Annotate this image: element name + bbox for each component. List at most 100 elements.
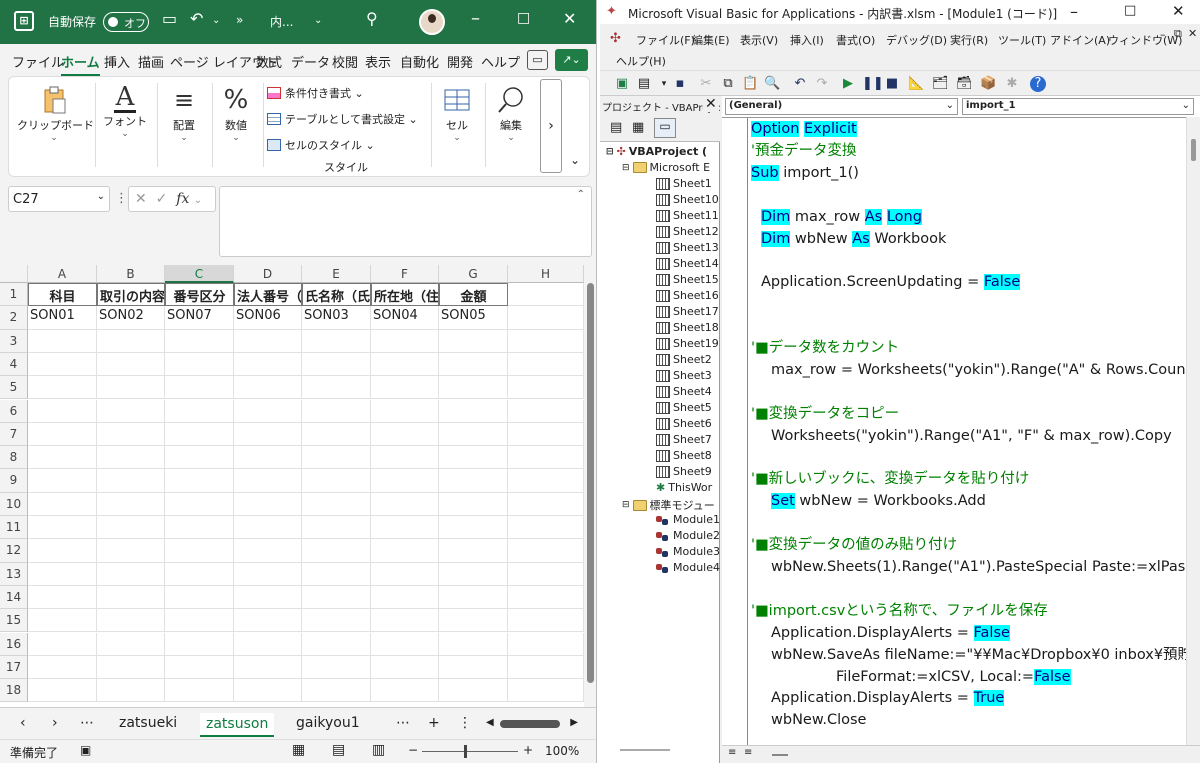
vba-undo-icon[interactable]: ↶	[792, 76, 808, 92]
grid-cell[interactable]	[165, 539, 234, 563]
grid-cell[interactable]	[508, 492, 584, 516]
grid-cell[interactable]	[371, 609, 439, 633]
copy-icon[interactable]: ⧉	[720, 76, 736, 92]
grid-cell[interactable]	[165, 585, 234, 610]
menu-item[interactable]: ファイル(F)	[636, 32, 695, 48]
grid-cell[interactable]	[28, 516, 97, 540]
menu-item[interactable]: ツール(T)	[998, 32, 1046, 48]
view-code-icon[interactable]: ▤	[610, 120, 622, 135]
grid-cell[interactable]	[28, 469, 97, 493]
grid-cell[interactable]	[97, 446, 165, 470]
code-line[interactable]: '■変換データの値のみ貼り付け	[751, 534, 957, 556]
grid-cell[interactable]	[234, 609, 302, 633]
formula-options-icon[interactable]: ⋮	[115, 191, 128, 206]
grid-cell[interactable]	[28, 632, 97, 656]
tree-node-sheet[interactable]: Sheet6	[656, 417, 712, 430]
data-cell[interactable]: SON02	[97, 306, 165, 330]
grid-cell[interactable]	[97, 516, 165, 540]
grid-cell[interactable]	[234, 632, 302, 656]
add-sheet-icon[interactable]: +	[428, 715, 440, 731]
grid-cell[interactable]	[302, 329, 371, 353]
code-line[interactable]: Set wbNew = Workbooks.Add	[771, 490, 986, 512]
page-layout-icon[interactable]: ▤	[332, 742, 345, 758]
grid-cell[interactable]	[97, 399, 165, 423]
ribbon-tab[interactable]: ヘルプ	[481, 52, 520, 71]
tree-node-sheet[interactable]: Sheet14	[656, 257, 719, 270]
row-header[interactable]: 8	[0, 446, 28, 470]
tree-node-sheet[interactable]: Sheet2	[656, 353, 712, 366]
row-header[interactable]: 9	[0, 469, 28, 493]
formula-buttons[interactable]: ✕ ✓ fx ⌄	[128, 186, 216, 212]
title-dropdown-icon[interactable]: ⌄	[314, 15, 322, 26]
grid-cell[interactable]	[165, 329, 234, 353]
grid-cell[interactable]	[302, 399, 371, 423]
tab-overflow-icon[interactable]: ⋮	[458, 715, 472, 731]
grid-cell[interactable]	[97, 376, 165, 400]
grid-cell[interactable]	[97, 539, 165, 563]
column-header[interactable]: B	[97, 265, 165, 283]
grid-cell[interactable]	[439, 376, 508, 400]
font-group[interactable]: A フォント ⌄	[97, 77, 153, 176]
worksheet-grid[interactable]: ABCDEFGH 1科目取引の内容番号区分法人番号（法人氏名称（氏所在地（住金額 2…	[0, 265, 596, 707]
row-header[interactable]: 3	[0, 329, 28, 353]
grid-cell[interactable]	[28, 399, 97, 423]
grid-cell[interactable]	[371, 539, 439, 563]
tree-node-sheet[interactable]: Sheet17	[656, 305, 719, 318]
column-header[interactable]: F	[371, 265, 439, 283]
column-header[interactable]: A	[28, 265, 97, 283]
view-object-icon[interactable]: ▦	[632, 120, 644, 135]
row-header[interactable]: 14	[0, 585, 28, 610]
sheet-tab[interactable]: gaikyou1	[296, 715, 360, 731]
grid-cell[interactable]	[165, 679, 234, 703]
data-cell[interactable]: SON03	[302, 306, 371, 330]
tree-node-sheet[interactable]: Sheet7	[656, 433, 712, 446]
grid-cell[interactable]	[439, 585, 508, 610]
ribbon-tab[interactable]: 開発	[447, 52, 473, 71]
child-close-icon[interactable]: ✕	[1188, 27, 1197, 40]
vertical-scrollbar[interactable]	[584, 265, 596, 707]
grid-cell[interactable]	[302, 679, 371, 703]
row-header[interactable]: 5	[0, 376, 28, 400]
grid-cell[interactable]	[165, 609, 234, 633]
grid-cell[interactable]	[165, 352, 234, 377]
share-button[interactable]: ↗⌄	[555, 49, 588, 71]
horizontal-scrollbar[interactable]: ◀ ▶	[486, 717, 578, 731]
menu-item[interactable]: ウィンドウ(W)	[1108, 32, 1182, 48]
grid-cell[interactable]	[508, 329, 584, 353]
grid-cell[interactable]	[302, 352, 371, 377]
header-cell[interactable]: 法人番号（法人	[234, 283, 302, 307]
help-icon[interactable]: ?	[1030, 76, 1046, 92]
alignment-group[interactable]: ≡ 配置 ⌄	[159, 77, 209, 176]
code-line[interactable]: '■import.csvという名称で、ファイルを保存	[751, 600, 1048, 622]
row-header[interactable]: 13	[0, 562, 28, 586]
row-header[interactable]: 10	[0, 492, 28, 516]
menu-item[interactable]: ヘルプ(H)	[616, 53, 666, 69]
row-header[interactable]: 18	[0, 679, 28, 703]
zoom-out-icon[interactable]: −	[408, 743, 418, 757]
properties-icon[interactable]: 🗃	[956, 76, 973, 92]
clipboard-group[interactable]: クリップボード ⌄	[17, 77, 94, 176]
tree-node-sheet[interactable]: Sheet9	[656, 465, 712, 478]
grid-cell[interactable]	[439, 562, 508, 586]
tree-node-sheet[interactable]: Sheet13	[656, 241, 719, 254]
grid-cell[interactable]	[371, 585, 439, 610]
grid-cell[interactable]	[165, 562, 234, 586]
grid-cell[interactable]	[439, 446, 508, 470]
undo-dropdown-icon[interactable]: ⌄	[212, 15, 220, 26]
ribbon-tab[interactable]: 数式	[256, 52, 282, 71]
toggle-folders-icon[interactable]: ▭	[654, 118, 676, 138]
undo-icon[interactable]: ↶	[190, 9, 203, 28]
vba-minimize-icon[interactable]: –	[1070, 2, 1078, 21]
minimize-icon[interactable]: –	[471, 8, 480, 29]
grid-cell[interactable]	[508, 283, 584, 307]
reset-icon[interactable]: ■	[884, 76, 900, 92]
grid-cell[interactable]	[302, 446, 371, 470]
header-cell[interactable]: 氏名称（氏	[302, 283, 371, 307]
close-icon[interactable]: ✕	[563, 9, 576, 28]
grid-cell[interactable]	[439, 609, 508, 633]
row-header[interactable]: 7	[0, 422, 28, 447]
grid-cell[interactable]	[165, 492, 234, 516]
tree-node-sheet[interactable]: Sheet11	[656, 209, 719, 222]
grid-cell[interactable]	[97, 609, 165, 633]
menu-item[interactable]: アドイン(A)	[1050, 32, 1110, 48]
